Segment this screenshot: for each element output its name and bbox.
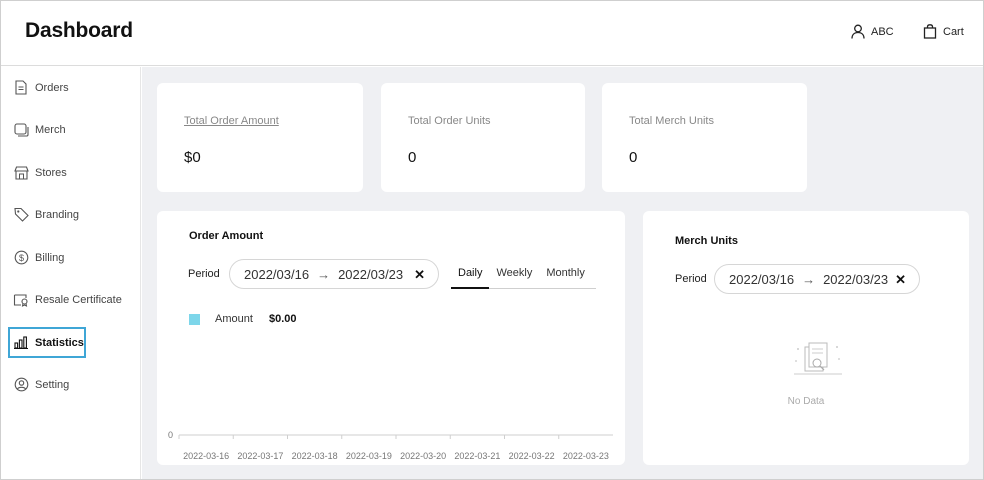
date-end: 2022/03/23 bbox=[823, 271, 889, 287]
x-tick-label: 2022-03-16 bbox=[183, 451, 229, 461]
order-amount-chart: 0 2022-03-16 2022-03-17 2022-03-18 2022-03-1… bbox=[168, 430, 613, 461]
sidebar-item-label: Orders bbox=[35, 81, 69, 94]
tab-weekly[interactable]: Weekly bbox=[489, 261, 539, 289]
page-title: Dashboard bbox=[25, 19, 133, 42]
merch-icon bbox=[13, 122, 29, 138]
cart-button[interactable]: Cart bbox=[923, 24, 964, 39]
x-tick-label: 2022-03-17 bbox=[237, 451, 283, 461]
x-tick-label: 2022-03-23 bbox=[563, 451, 609, 461]
empty-state-icon bbox=[790, 341, 846, 384]
user-icon bbox=[851, 24, 865, 39]
empty-state-text: No Data bbox=[787, 396, 825, 407]
account-button[interactable]: ABC bbox=[851, 24, 894, 39]
dollar-icon: $ bbox=[13, 250, 29, 266]
stat-label-link[interactable]: Total Order Amount bbox=[184, 115, 279, 127]
tag-icon bbox=[13, 207, 29, 223]
sidebar-item-stores[interactable]: Stores bbox=[8, 157, 86, 188]
sidebar-item-label: Branding bbox=[35, 208, 80, 221]
shopping-bag-icon bbox=[923, 24, 937, 39]
sidebar: Orders Merch Stores Branding $ Billing R… bbox=[1, 67, 141, 479]
stat-value: 0 bbox=[408, 149, 417, 166]
document-icon bbox=[13, 80, 29, 96]
stat-card-total-order-amount: Total Order Amount $0 bbox=[157, 83, 363, 192]
x-tick-label: 2022-03-22 bbox=[509, 451, 555, 461]
stat-label: Total Order Units bbox=[408, 115, 491, 127]
x-tick-label: 2022-03-18 bbox=[292, 451, 338, 461]
account-label: ABC bbox=[871, 25, 894, 38]
panel-title: Order Amount bbox=[189, 230, 264, 242]
sidebar-item-statistics[interactable]: Statistics bbox=[8, 327, 86, 358]
date-start: 2022/03/16 bbox=[729, 271, 795, 287]
tab-monthly[interactable]: Monthly bbox=[539, 261, 592, 289]
stat-value: $0 bbox=[184, 149, 201, 166]
stat-card-total-order-units: Total Order Units 0 bbox=[381, 83, 585, 192]
date-range-picker[interactable]: 2022/03/16 → 2022/03/23 ✕ bbox=[229, 259, 439, 289]
sidebar-item-setting[interactable]: Setting bbox=[8, 369, 86, 400]
svg-text:$: $ bbox=[18, 253, 23, 263]
arrow-right-icon: → bbox=[802, 271, 816, 287]
x-tick-label: 2022-03-19 bbox=[346, 451, 392, 461]
sidebar-item-billing[interactable]: $ Billing bbox=[8, 242, 86, 273]
legend-swatch bbox=[189, 314, 200, 325]
store-icon bbox=[13, 165, 29, 181]
x-tick-label: 2022-03-21 bbox=[454, 451, 500, 461]
date-range-picker[interactable]: 2022/03/16 → 2022/03/23 ✕ bbox=[714, 264, 920, 294]
order-amount-panel: Order Amount Period 2022/03/16 → 2022/03… bbox=[157, 211, 625, 465]
period-label: Period bbox=[188, 268, 220, 280]
date-start: 2022/03/16 bbox=[244, 266, 310, 282]
legend-series-name: Amount bbox=[215, 313, 253, 325]
sidebar-item-resale-certificate[interactable]: Resale Certificate bbox=[8, 284, 122, 315]
sidebar-item-label: Statistics bbox=[35, 336, 84, 349]
app-frame: Dashboard ABC Cart Orders Merch Stores B… bbox=[0, 0, 984, 480]
sidebar-item-label: Resale Certificate bbox=[35, 293, 122, 306]
y-tick-label: 0 bbox=[168, 430, 173, 440]
sidebar-item-branding[interactable]: Branding bbox=[8, 199, 86, 230]
stat-label: Total Merch Units bbox=[629, 115, 714, 127]
user-circle-icon bbox=[13, 377, 29, 393]
period-label: Period bbox=[675, 273, 707, 285]
cart-label: Cart bbox=[943, 25, 964, 38]
tab-daily[interactable]: Daily bbox=[451, 261, 490, 289]
legend-series-value: $0.00 bbox=[269, 313, 297, 325]
arrow-right-icon: → bbox=[317, 266, 331, 282]
clear-icon[interactable]: ✕ bbox=[895, 272, 906, 288]
date-end: 2022/03/23 bbox=[338, 266, 404, 282]
stat-value: 0 bbox=[629, 149, 638, 166]
sidebar-item-orders[interactable]: Orders bbox=[8, 72, 86, 103]
x-tick-label: 2022-03-20 bbox=[400, 451, 446, 461]
period-tabs: Daily Weekly Monthly bbox=[451, 261, 596, 289]
sidebar-item-label: Stores bbox=[35, 166, 67, 179]
merch-units-panel: Merch Units Period 2022/03/16 → 2022/03/… bbox=[643, 211, 969, 465]
sidebar-item-label: Billing bbox=[35, 251, 65, 264]
sidebar-item-label: Setting bbox=[35, 378, 70, 391]
clear-icon[interactable]: ✕ bbox=[414, 267, 425, 283]
certificate-icon bbox=[13, 292, 29, 308]
stat-card-total-merch-units: Total Merch Units 0 bbox=[602, 83, 807, 192]
panel-title: Merch Units bbox=[675, 235, 738, 247]
bar-chart-icon bbox=[13, 335, 29, 351]
sidebar-item-label: Merch bbox=[35, 123, 66, 136]
main-content: Total Order Amount $0 Total Order Units … bbox=[142, 67, 983, 479]
sidebar-item-merch[interactable]: Merch bbox=[8, 114, 86, 145]
top-bar: Dashboard ABC Cart bbox=[1, 1, 983, 66]
